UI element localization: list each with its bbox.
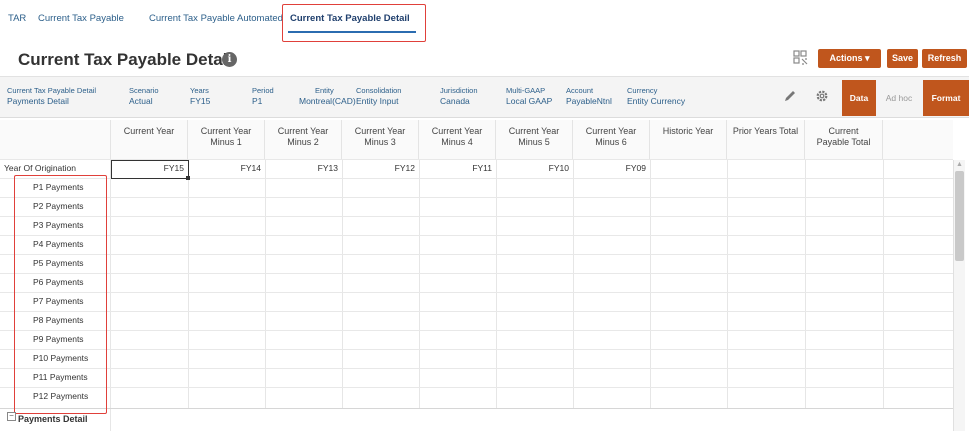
empty-column-header: [883, 120, 953, 159]
scroll-up-icon[interactable]: ▲: [955, 161, 964, 169]
page-title: Current Tax Payable Detail: [18, 50, 233, 69]
origin-cell[interactable]: FY13: [265, 160, 338, 176]
pov-label: Consolidation: [356, 86, 402, 95]
pov-value: Montreal(CAD): [299, 96, 356, 106]
column-header[interactable]: Current Year Minus 1: [188, 120, 265, 159]
actions-label: Actions: [829, 53, 863, 63]
column-header[interactable]: Current Year Minus 5: [496, 120, 573, 159]
column-header[interactable]: Current Year Minus 6: [573, 120, 650, 159]
column-header[interactable]: Current Year Minus 2: [265, 120, 342, 159]
pov-value: Actual: [129, 96, 153, 106]
pov-form[interactable]: Current Tax Payable Detail Payments Deta…: [7, 86, 96, 107]
origin-cell[interactable]: FY09: [573, 160, 646, 176]
tab-current-tax-payable[interactable]: Current Tax Payable: [38, 13, 124, 24]
pov-scenario[interactable]: Scenario Actual: [129, 86, 159, 107]
pov-value: FY15: [190, 96, 211, 106]
pov-label: Account: [566, 86, 594, 95]
column-header[interactable]: Current Year Minus 3: [342, 120, 419, 159]
pov-entity[interactable]: Entity Montreal(CAD): [299, 86, 356, 107]
grid-line: [0, 254, 953, 255]
tab-highlight-box: [282, 4, 426, 42]
grid-line: [0, 292, 953, 293]
pov-multi-gaap[interactable]: Multi-GAAP Local GAAP: [506, 86, 552, 107]
data-grid: Current Year Current Year Minus 1 Curren…: [0, 120, 969, 431]
pov-consolidation[interactable]: Consolidation Entity Input: [356, 86, 401, 107]
grid-line: [0, 216, 953, 217]
adhoc-mode-button[interactable]: Ad hoc: [878, 80, 920, 116]
tab-tar[interactable]: TAR: [8, 13, 26, 24]
grid-corner-header: [0, 120, 111, 159]
refresh-button[interactable]: Refresh: [922, 49, 967, 68]
pov-label: Period: [252, 86, 274, 95]
pov-value: Entity Input: [356, 96, 399, 106]
pov-label: Scenario: [129, 86, 159, 95]
grid-line: [0, 387, 953, 388]
chevron-down-icon: ▾: [865, 53, 870, 63]
pov-value: Entity Currency: [627, 96, 686, 106]
actions-button[interactable]: Actions ▾: [818, 49, 881, 68]
grid-line: [0, 311, 953, 312]
pov-years[interactable]: Years FY15: [190, 86, 210, 107]
grid-line: [110, 159, 111, 431]
origin-cell[interactable]: FY11: [419, 160, 492, 176]
scrollbar-thumb[interactable]: [955, 171, 964, 261]
info-icon[interactable]: i: [222, 52, 237, 67]
pov-label: Jurisdiction: [440, 86, 478, 95]
fill-handle[interactable]: [186, 176, 190, 180]
grid-line: [0, 273, 953, 274]
tab-bar: TAR Current Tax Payable Current Tax Paya…: [0, 0, 969, 44]
column-header[interactable]: Historic Year: [650, 120, 727, 159]
origin-cell[interactable]: FY12: [342, 160, 415, 176]
save-button[interactable]: Save: [887, 49, 918, 68]
pov-value: P1: [252, 96, 263, 106]
pov-label: Multi-GAAP: [506, 86, 546, 95]
pencil-icon[interactable]: [783, 89, 797, 103]
pov-currency[interactable]: Currency Entity Currency: [627, 86, 685, 107]
grid-options-icon[interactable]: [793, 50, 809, 66]
pov-jurisdiction[interactable]: Jurisdiction Canada: [440, 86, 478, 107]
column-header[interactable]: Current Year: [111, 120, 188, 159]
pov-label: Entity: [315, 86, 334, 95]
section-row-label[interactable]: Payments Detail: [0, 408, 110, 431]
gear-icon[interactable]: [815, 89, 829, 103]
pov-label: Current Tax Payable Detail: [7, 86, 97, 95]
column-header[interactable]: Current Payable Total: [805, 120, 883, 159]
pov-label: Currency: [627, 86, 658, 95]
format-button[interactable]: Format: [923, 80, 969, 116]
pov-period[interactable]: Period P1: [252, 86, 274, 107]
pov-value: Local GAAP: [506, 96, 553, 106]
grid-line: [0, 235, 953, 236]
grid-line: [0, 368, 953, 369]
grid-line: [0, 408, 953, 409]
column-header[interactable]: Prior Years Total: [727, 120, 805, 159]
pov-account[interactable]: Account PayableNtnl: [566, 86, 612, 107]
tab-current-tax-payable-automated[interactable]: Current Tax Payable Automated: [149, 13, 283, 24]
pov-value: PayableNtnl: [566, 96, 612, 106]
pov-label: Years: [190, 86, 209, 95]
column-header[interactable]: Current Year Minus 4: [419, 120, 496, 159]
grid-line: [0, 197, 953, 198]
pov-value: Payments Detail: [7, 96, 69, 106]
origin-cell[interactable]: FY10: [496, 160, 569, 176]
selected-cell[interactable]: [111, 160, 189, 179]
grid-line: [0, 349, 953, 350]
pov-value: Canada: [440, 96, 470, 106]
data-mode-button[interactable]: Data: [842, 80, 876, 116]
origin-cell[interactable]: FY14: [188, 160, 261, 176]
rows-highlight-box: [14, 175, 107, 414]
origin-row-label: Year Of Origination: [4, 163, 76, 173]
grid-line: [0, 330, 953, 331]
